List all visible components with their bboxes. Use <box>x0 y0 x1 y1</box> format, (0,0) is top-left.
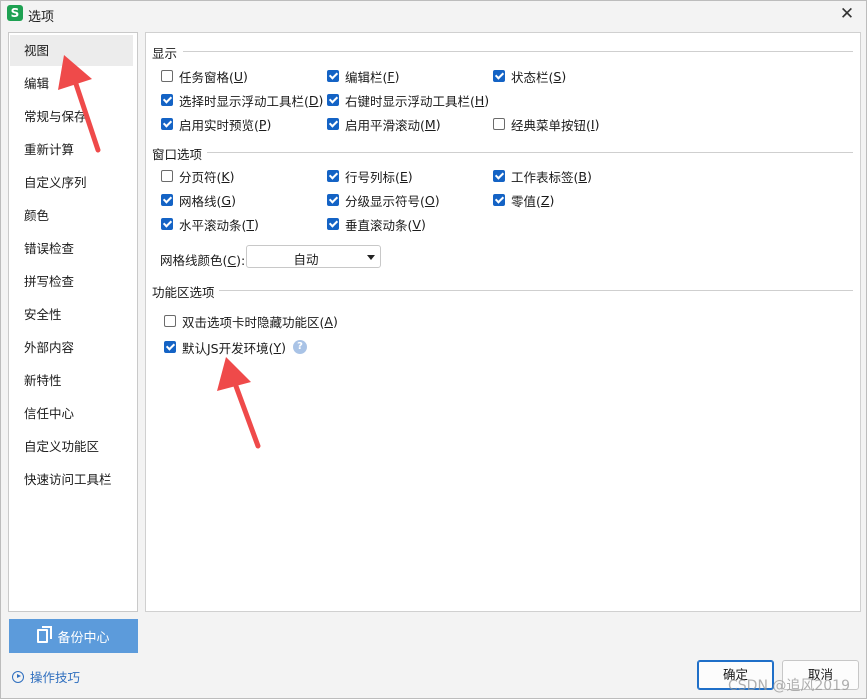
arrow-icon <box>58 55 101 153</box>
arrow-icon <box>217 357 261 449</box>
annotation-arrows <box>58 55 261 449</box>
